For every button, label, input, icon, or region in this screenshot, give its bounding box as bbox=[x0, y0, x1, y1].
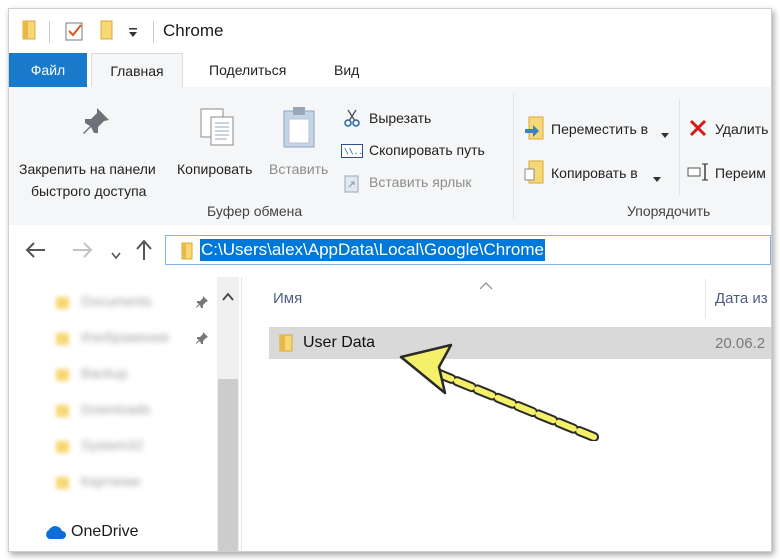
nav-item-label: Documents bbox=[81, 293, 152, 309]
folder-icon bbox=[55, 475, 71, 496]
copy-button[interactable]: Копировать bbox=[175, 101, 265, 181]
nav-item-label: Картинки bbox=[81, 473, 141, 489]
delete-label: Удалить bbox=[715, 121, 769, 137]
column-divider[interactable] bbox=[705, 279, 706, 319]
copy-label: Копировать bbox=[177, 161, 253, 177]
cut-button[interactable]: Вырезать bbox=[341, 107, 511, 131]
clipboard-group-label: Буфер обмена bbox=[207, 203, 303, 219]
folder-icon bbox=[55, 403, 71, 424]
copy-to-button[interactable]: Копировать в bbox=[521, 159, 671, 187]
copy-path-icon: \\.. bbox=[341, 144, 363, 163]
nav-item-label: Backup bbox=[81, 365, 128, 381]
tab-view[interactable]: Вид bbox=[320, 53, 373, 87]
folder-icon bbox=[55, 331, 71, 352]
chevron-down-icon bbox=[653, 170, 661, 188]
move-to-button[interactable]: Переместить в bbox=[521, 115, 671, 143]
copy-to-label: Копировать в bbox=[551, 165, 638, 181]
pin-to-quick-access-button[interactable]: Закрепить на панели быстрого доступа bbox=[15, 101, 165, 199]
toolbar-separator bbox=[153, 21, 154, 43]
rename-button[interactable]: Переим bbox=[687, 159, 771, 187]
up-arrow-icon[interactable] bbox=[135, 239, 153, 266]
chevron-down-icon bbox=[661, 126, 669, 144]
copy-path-label: Скопировать путь bbox=[369, 142, 485, 158]
folder-icon bbox=[21, 20, 39, 40]
copy-icon bbox=[197, 105, 239, 154]
paste-shortcut-label: Вставить ярлык bbox=[369, 174, 472, 190]
rename-icon bbox=[687, 163, 711, 186]
title-bar: Chrome bbox=[9, 9, 771, 53]
delete-x-icon bbox=[689, 119, 707, 142]
rename-label: Переим bbox=[715, 165, 766, 181]
nav-item-label: Изображения bbox=[81, 329, 169, 345]
paste-shortcut-icon bbox=[344, 173, 360, 198]
sort-ascending-icon bbox=[479, 277, 493, 295]
pin-icon bbox=[79, 105, 113, 144]
clipboard-icon bbox=[281, 105, 319, 156]
recent-locations-chevron-icon[interactable] bbox=[111, 247, 121, 265]
file-date: 20.06.2 bbox=[715, 335, 766, 352]
annotation-arrow-icon bbox=[399, 343, 599, 441]
explorer-window: Chrome Файл Главная Поделиться Вид Закре… bbox=[8, 8, 772, 552]
paste-label: Вставить bbox=[269, 161, 329, 177]
onedrive-label: OneDrive bbox=[71, 523, 139, 540]
pin-label-line2: быстрого доступа bbox=[31, 183, 147, 199]
window-title: Chrome bbox=[163, 21, 224, 40]
scroll-up-arrow-icon[interactable] bbox=[221, 289, 235, 307]
organize-group-label: Упорядочить bbox=[627, 203, 711, 219]
paste-button[interactable]: Вставить bbox=[265, 101, 337, 181]
copy-to-icon bbox=[523, 159, 547, 190]
new-folder-icon[interactable] bbox=[99, 20, 115, 40]
pin-label-line1: Закрепить на панели bbox=[19, 161, 156, 177]
forward-arrow-icon[interactable] bbox=[71, 241, 93, 264]
group-separator bbox=[513, 93, 514, 219]
column-header-name[interactable]: Имя bbox=[273, 290, 302, 307]
column-header-date[interactable]: Дата из bbox=[715, 290, 768, 307]
svg-text:\\..: \\.. bbox=[344, 147, 363, 156]
pin-icon[interactable] bbox=[195, 295, 209, 314]
pane-separator bbox=[241, 277, 242, 551]
back-arrow-icon[interactable] bbox=[25, 241, 47, 264]
navigation-pane: Documents Изображения Backup Downloads S… bbox=[9, 277, 241, 551]
address-bar[interactable]: C:\Users\alex\AppData\Local\Google\Chrom… bbox=[165, 235, 771, 265]
customize-toolbar-dropdown[interactable] bbox=[127, 27, 139, 39]
nav-item-label: System32 bbox=[81, 437, 144, 453]
delete-button[interactable]: Удалить bbox=[687, 115, 771, 143]
group-separator bbox=[679, 99, 680, 195]
folder-icon bbox=[55, 367, 71, 388]
scissors-icon bbox=[343, 109, 361, 132]
properties-icon[interactable] bbox=[65, 20, 85, 42]
pin-icon[interactable] bbox=[195, 331, 209, 350]
tab-home[interactable]: Главная bbox=[91, 53, 183, 88]
onedrive-cloud-icon bbox=[43, 525, 67, 546]
folder-icon bbox=[55, 439, 71, 460]
folder-icon bbox=[277, 334, 295, 357]
move-to-icon bbox=[523, 115, 547, 146]
ribbon-tabs: Файл Главная Поделиться Вид bbox=[9, 53, 771, 88]
tab-share[interactable]: Поделиться bbox=[195, 53, 300, 87]
nav-pane-scrollbar-thumb[interactable] bbox=[218, 379, 238, 551]
toolbar-separator bbox=[49, 21, 50, 43]
tab-file[interactable]: Файл bbox=[9, 53, 87, 87]
cut-label: Вырезать bbox=[369, 110, 432, 126]
move-to-label: Переместить в bbox=[551, 121, 649, 137]
copy-path-button[interactable]: \\.. Скопировать путь bbox=[341, 139, 511, 163]
address-path-text[interactable]: C:\Users\alex\AppData\Local\Google\Chrom… bbox=[200, 239, 545, 261]
nav-item-label: Downloads bbox=[81, 401, 151, 417]
folder-icon bbox=[55, 295, 71, 316]
paste-shortcut-button[interactable]: Вставить ярлык bbox=[341, 171, 511, 195]
folder-icon bbox=[180, 242, 194, 265]
file-name: User Data bbox=[303, 334, 376, 351]
ribbon: Закрепить на панели быстрого доступа Коп… bbox=[9, 87, 771, 226]
